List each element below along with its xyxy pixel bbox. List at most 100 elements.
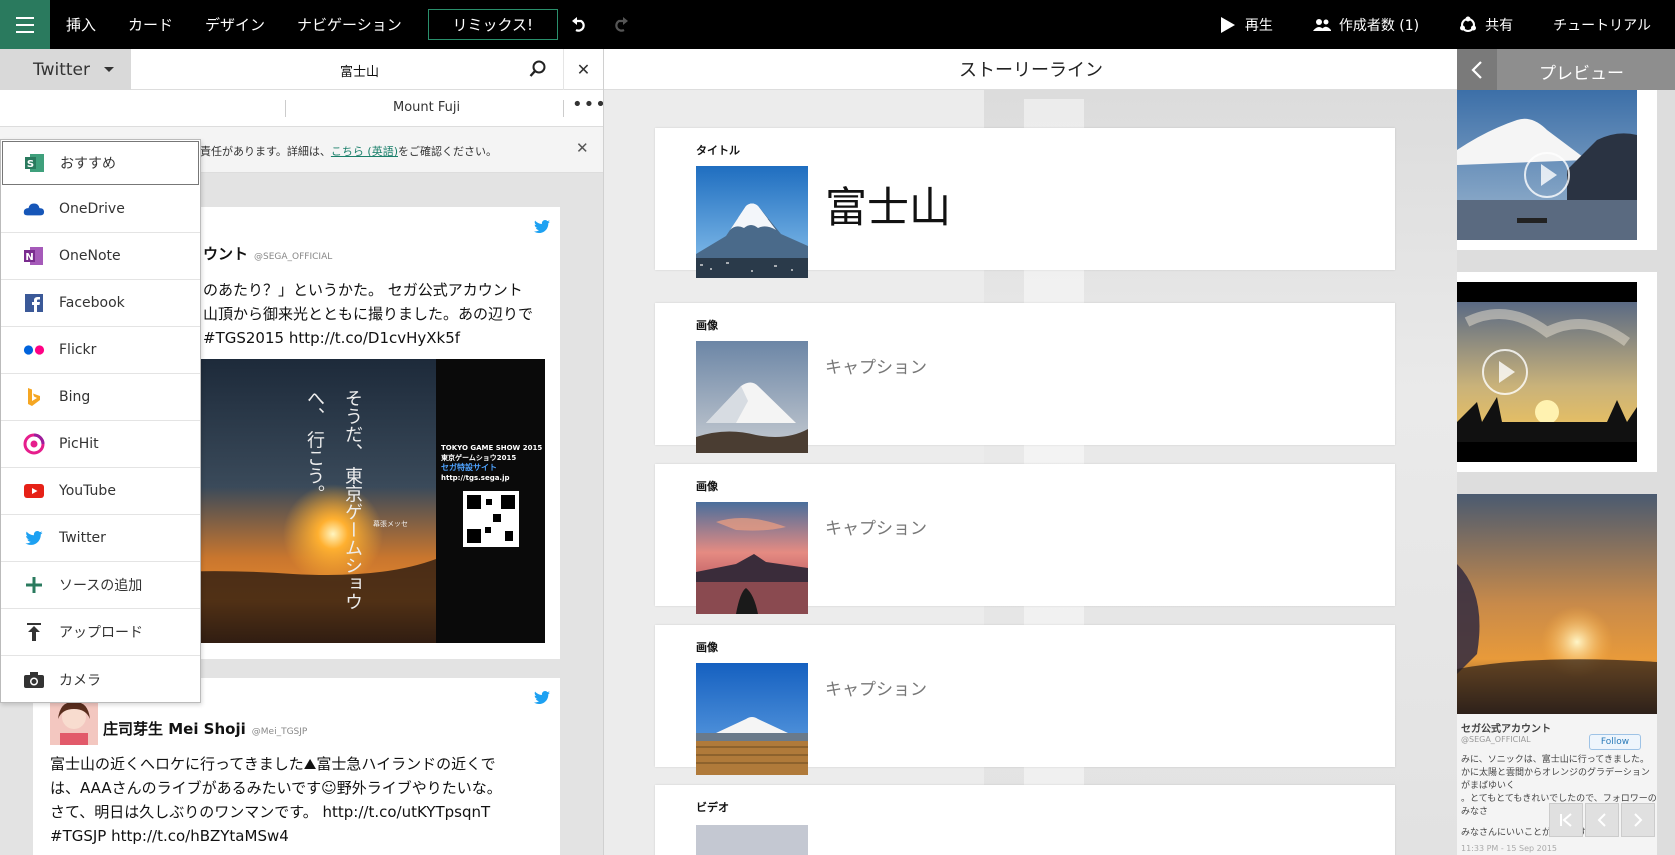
tweet-line: さて、明日は久しぶりのワンマンです。 http://t.co/utKYTpsqn… [50, 803, 491, 821]
preview-video-card[interactable] [1457, 272, 1657, 472]
card-thumbnail[interactable] [696, 166, 808, 278]
menu-navigation[interactable]: ナビゲーション [281, 14, 418, 35]
chevron-left-icon [1471, 60, 1482, 79]
menu-insert[interactable]: 挿入 [50, 14, 112, 35]
tweet-line: 山頂から御来光とともに撮りました。あの辺りで [203, 305, 534, 323]
onedrive-icon [23, 198, 45, 220]
source-item-onedrive[interactable]: OneDrive [1, 186, 200, 233]
notice-text: 責任があります。詳細は、こちら (英語)をご確認ください。 [200, 143, 497, 159]
source-item-twitter[interactable]: Twitter [1, 515, 200, 562]
source-selector[interactable]: Twitter [0, 49, 131, 90]
title-card[interactable]: タイトル 富士山 [655, 128, 1395, 278]
search-icon [529, 60, 546, 77]
follow-button[interactable]: Follow [1589, 734, 1641, 750]
skip-first-icon [1560, 813, 1572, 827]
card-thumbnail[interactable] [696, 341, 808, 453]
source-item-flickr[interactable]: Flickr [1, 327, 200, 374]
source-item-label: ソースの追加 [59, 578, 143, 594]
tweet-handle: @Mei_TGSJP [251, 727, 308, 737]
title-text[interactable]: 富士山 [825, 174, 951, 235]
card-thumbnail[interactable] [696, 502, 808, 614]
top-menu: 挿入 カード デザイン ナビゲーション リミックス! [50, 0, 642, 49]
close-panel-button[interactable]: ✕ [563, 49, 603, 90]
caption-input[interactable]: キャプション [825, 514, 927, 539]
next-slide-button[interactable] [1621, 803, 1655, 837]
undo-button[interactable] [558, 0, 600, 49]
card-label: タイトル [696, 144, 740, 157]
chevron-down-icon [103, 67, 114, 72]
preview-tweet-line: みに、ソニックは、富士山に行ってきました。 [1461, 755, 1650, 765]
svg-text:S: S [27, 159, 34, 170]
top-bar: 挿入 カード デザイン ナビゲーション リミックス! 再生 作成者数 (1) 共… [0, 0, 1675, 49]
authors-label: 作成者数 (1) [1338, 17, 1420, 34]
hamburger-icon-line [16, 16, 34, 19]
menu-cards[interactable]: カード [112, 14, 189, 35]
image-card[interactable]: 画像 キャプション [655, 303, 1395, 453]
twitter-bird-icon [534, 219, 550, 238]
facebook-icon [23, 292, 45, 314]
play-button[interactable]: 再生 [1199, 15, 1293, 35]
pichit-icon [23, 433, 45, 455]
filter-row: Mount Fuji ••• [0, 90, 603, 127]
remix-button[interactable]: リミックス! [427, 9, 558, 40]
redo-button[interactable] [600, 0, 642, 49]
youtube-icon [23, 480, 45, 502]
storyline-header: ストーリーライン [604, 49, 1457, 90]
top-right-actions: 再生 作成者数 (1) 共有 チュートリアル [1199, 0, 1675, 49]
preview-tweet-date: 11:33 PM - 15 Sep 2015 [1461, 844, 1557, 853]
card-thumbnail[interactable] [696, 825, 808, 855]
tweet-author[interactable]: ウント @SEGA_OFFICIAL [203, 243, 332, 264]
hamburger-menu-button[interactable] [0, 0, 50, 49]
source-item-camera[interactable]: カメラ [1, 656, 200, 703]
search-button[interactable] [526, 57, 550, 81]
search-input[interactable]: 富士山 [340, 61, 379, 80]
tweet-card[interactable]: 庄司芽生 Mei Shoji @Mei_TGSJP 富士山の近くへロケに行ってきま… [33, 678, 560, 855]
notice-link[interactable]: こちら (英語) [331, 145, 398, 158]
source-item-pichit[interactable]: PicHit [1, 421, 200, 468]
source-item-add[interactable]: ソースの追加 [1, 562, 200, 609]
tutorial-button[interactable]: チュートリアル [1533, 15, 1675, 35]
previous-slide-button[interactable] [1585, 803, 1619, 837]
preview-video-card[interactable] [1457, 90, 1657, 250]
share-button[interactable]: 共有 [1439, 15, 1533, 35]
play-icon [1219, 16, 1237, 34]
filter-tab-mount-fuji[interactable]: Mount Fuji [393, 100, 460, 115]
caption-input[interactable]: キャプション [825, 675, 927, 700]
tweet-image-side-line: http://tgs.sega.jp [441, 474, 510, 482]
card-label: 画像 [696, 641, 718, 654]
avatar[interactable] [50, 697, 98, 745]
image-card[interactable]: 画像 キャプション [655, 625, 1395, 775]
tweet-image-small: 幕張メッセ [373, 520, 408, 528]
authors-button[interactable]: 作成者数 (1) [1293, 15, 1439, 35]
card-label: 画像 [696, 480, 718, 493]
chevron-left-icon [1597, 813, 1606, 827]
tweet-image-side-line: 東京ゲームショウ2015 [441, 454, 517, 462]
card-thumbnail[interactable] [696, 663, 808, 775]
preview-tweet-card[interactable]: セガ公式アカウント @SEGA_OFFICIAL みに、ソニックは、富士山に行っ… [1457, 494, 1657, 855]
tweet-text: のあたり？」というかた。 セガ公式アカウント 山頂から御来光とともに撮りました。… [203, 278, 533, 350]
first-slide-button[interactable] [1549, 803, 1583, 837]
source-item-facebook[interactable]: Facebook [1, 280, 200, 327]
collapse-preview-button[interactable] [1457, 49, 1497, 90]
tweet-line: は、AAAさんのライブがあるみたいです☺野外ライブやりたいな。 [50, 779, 502, 797]
menu-design[interactable]: デザイン [189, 14, 281, 35]
tweet-line: 富士山の近くへロケに行ってきました⛰富士急ハイランドの近くで [50, 755, 496, 773]
caption-input[interactable]: キャプション [825, 353, 927, 378]
image-card[interactable]: 画像 キャプション [655, 464, 1395, 614]
preview-tweet-author: セガ公式アカウント [1461, 724, 1551, 735]
source-item-label: OneDrive [59, 201, 125, 217]
plus-icon [23, 574, 45, 596]
video-card[interactable]: ビデオ [655, 785, 1395, 855]
source-item-youtube[interactable]: YouTube [1, 468, 200, 515]
source-item-bing[interactable]: Bing [1, 374, 200, 421]
dismiss-notice-icon[interactable]: ✕ [576, 139, 589, 157]
source-item-recommended[interactable]: S おすすめ [2, 141, 199, 185]
source-item-onenote[interactable]: N OneNote [1, 233, 200, 280]
tweet-author[interactable]: 庄司芽生 Mei Shoji @Mei_TGSJP [103, 718, 307, 739]
more-options-icon[interactable]: ••• [572, 94, 603, 115]
source-item-upload[interactable]: アップロード [1, 609, 200, 656]
tweet-image-side-line: セガ特設サイト [441, 463, 497, 472]
storyline-panel: ストーリーライン タイトル 富士山 画像 キャプション 画像 キャプション 画像… [603, 49, 1457, 855]
onenote-icon: N [23, 245, 45, 267]
share-icon [1459, 16, 1477, 34]
